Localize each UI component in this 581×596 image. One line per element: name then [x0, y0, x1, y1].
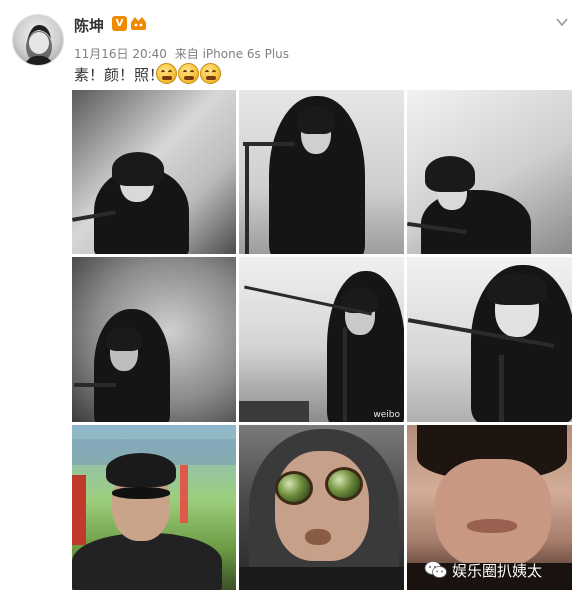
photo-8[interactable] — [239, 425, 404, 590]
laughing-emoji-icon — [178, 63, 199, 84]
photo-3[interactable] — [407, 90, 572, 254]
weibo-post: 陈坤 V 11月16日 20:40 来自 iPhone 6s Plus 素！颜！… — [0, 0, 581, 596]
photo-2[interactable] — [239, 90, 404, 254]
post-date: 11月16日 20:40 — [74, 47, 167, 61]
author-name[interactable]: 陈坤 — [74, 15, 104, 36]
photo-6[interactable] — [407, 257, 572, 422]
photo-grid: weibo — [72, 90, 572, 590]
image-watermark: 娱乐圈扒姨太 — [424, 557, 574, 583]
emoji-row — [156, 63, 221, 85]
wechat-icon — [424, 560, 448, 580]
status-text: 素！颜！照！ — [74, 66, 165, 84]
post-source[interactable]: 来自 iPhone 6s Plus — [175, 47, 289, 61]
photo-5[interactable]: weibo — [239, 257, 404, 422]
laughing-emoji-icon — [156, 63, 177, 84]
avatar[interactable] — [12, 14, 64, 66]
laughing-emoji-icon — [200, 63, 221, 84]
watermark-text: 娱乐圈扒姨太 — [452, 561, 543, 580]
photo-1[interactable] — [72, 90, 236, 254]
chevron-down-icon[interactable] — [555, 14, 569, 28]
crown-icon — [130, 16, 147, 31]
vip-badge-icon: V — [112, 16, 127, 31]
post-meta: 11月16日 20:40 来自 iPhone 6s Plus — [74, 45, 293, 62]
photo-4[interactable] — [72, 257, 236, 422]
photo-7[interactable] — [72, 425, 236, 590]
photo-watermark: weibo — [373, 410, 400, 420]
